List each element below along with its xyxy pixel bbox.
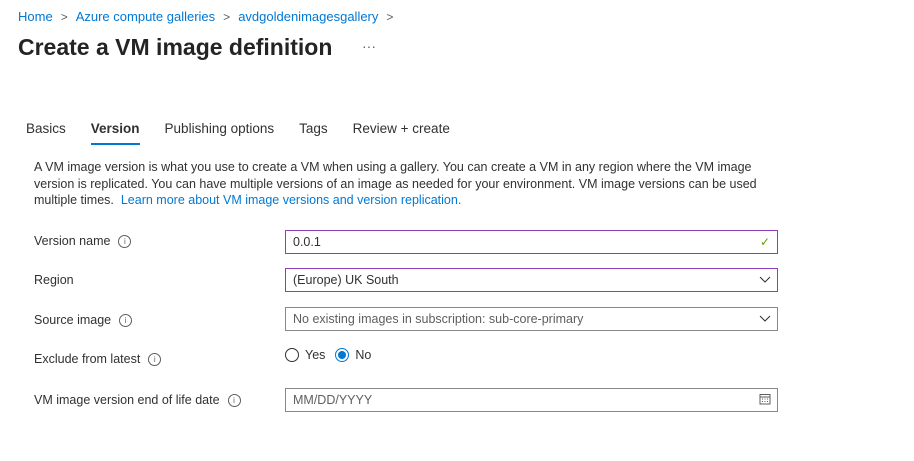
breadcrumb-home[interactable]: Home (18, 9, 53, 24)
calendar-icon[interactable] (753, 393, 777, 408)
breadcrumb-gallery[interactable]: avdgoldenimagesgallery (238, 9, 378, 24)
radio-circle[interactable] (285, 348, 299, 362)
select-placeholder: No existing images in subscription: sub-… (293, 312, 584, 326)
exclude-label: Exclude from latest i (34, 352, 162, 366)
radio-circle-selected[interactable] (335, 348, 350, 362)
label-text: Region (34, 273, 74, 287)
version-name-label: Version name i (34, 234, 132, 248)
radio-label: Yes (305, 348, 326, 362)
source-image-label: Source image i (34, 313, 133, 327)
label-text: VM image version end of life date (34, 393, 220, 407)
breadcrumb: Home > Azure compute galleries > avdgolden… (18, 9, 401, 24)
info-icon[interactable]: i (148, 352, 162, 366)
checkmark-icon: ✓ (759, 235, 771, 249)
chevron-right-icon: > (223, 9, 231, 24)
input-placeholder: MM/DD/YYYY (293, 393, 373, 407)
tab-tags[interactable]: Tags (299, 121, 328, 145)
info-icon[interactable]: i (118, 234, 132, 248)
chevron-down-icon (753, 312, 777, 326)
learn-more-link[interactable]: Learn more about VM image versions and v… (121, 193, 461, 207)
info-icon[interactable]: i (119, 313, 133, 327)
tab-bar: Basics Version Publishing options Tags R… (26, 121, 475, 145)
radio-yes[interactable]: Yes (285, 348, 325, 362)
description: A VM image version is what you use to cr… (34, 159, 794, 209)
chevron-right-icon: > (60, 9, 68, 24)
exclude-radio-group: Yes No (285, 348, 381, 362)
chevron-right-icon: > (386, 9, 394, 24)
select-value: (Europe) UK South (293, 273, 399, 287)
label-text: Version name (34, 234, 111, 248)
version-name-input[interactable]: 0.0.1 ✓ (285, 230, 778, 254)
tab-basics[interactable]: Basics (26, 121, 66, 145)
info-icon[interactable]: i (227, 393, 241, 407)
eol-date-input[interactable]: MM/DD/YYYY (285, 388, 778, 412)
tab-version[interactable]: Version (90, 121, 140, 145)
eol-label: VM image version end of life date i (34, 393, 241, 407)
radio-no[interactable]: No (335, 348, 371, 362)
source-image-select[interactable]: No existing images in subscription: sub-… (285, 307, 778, 331)
label-text: Exclude from latest (34, 352, 141, 366)
radio-label: No (355, 348, 372, 362)
region-select[interactable]: (Europe) UK South (285, 268, 778, 292)
tab-publishing-options[interactable]: Publishing options (165, 121, 275, 145)
label-text: Source image (34, 313, 112, 327)
tab-review-create[interactable]: Review + create (353, 121, 450, 145)
page-title: Create a VM image definition (18, 34, 333, 60)
chevron-down-icon (753, 273, 777, 287)
region-label: Region (34, 273, 74, 287)
input-value: 0.0.1 (293, 235, 321, 249)
breadcrumb-galleries[interactable]: Azure compute galleries (76, 9, 215, 24)
more-options-button[interactable]: ··· (362, 38, 376, 54)
